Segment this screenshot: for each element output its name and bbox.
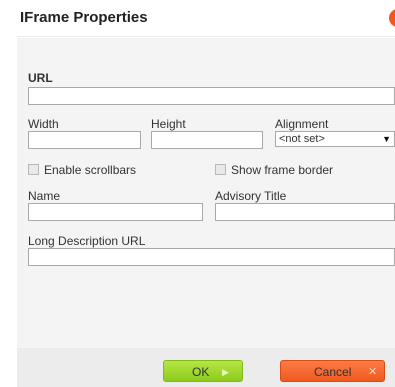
url-input[interactable] <box>28 87 395 105</box>
height-input[interactable] <box>151 131 263 149</box>
cancel-button[interactable]: Cancel ✕ <box>280 360 385 382</box>
dropdown-arrow-icon: ▼ <box>382 134 391 144</box>
name-input[interactable] <box>28 203 203 221</box>
long-description-url-input[interactable] <box>28 248 395 266</box>
dialog-titlebar: IFrame Properties <box>17 0 395 37</box>
ok-button-label: OK <box>192 365 210 379</box>
iframe-properties-dialog: IFrame Properties URL Width Height Align… <box>0 0 395 387</box>
name-label: Name <box>28 189 61 203</box>
frame-border-label: Show frame border <box>231 163 334 177</box>
frame-border-checkbox[interactable] <box>215 164 226 175</box>
close-x-icon: ✕ <box>368 366 378 378</box>
alignment-label: Alignment <box>275 117 329 131</box>
dialog-footer: OK ▶ Cancel ✕ <box>17 348 395 387</box>
width-input[interactable] <box>28 131 141 149</box>
alignment-select[interactable]: <not set> ▼ <box>275 131 395 147</box>
ok-button[interactable]: OK ▶ <box>163 360 243 382</box>
long-description-url-label: Long Description URL <box>28 234 146 248</box>
dialog-content: URL Width Height Alignment <not set> ▼ E… <box>17 38 395 348</box>
scrollbars-checkbox[interactable] <box>28 164 39 175</box>
scrollbars-label: Enable scrollbars <box>44 163 137 177</box>
dialog-title: IFrame Properties <box>20 9 148 26</box>
advisory-title-label: Advisory Title <box>215 189 287 203</box>
cancel-button-label: Cancel <box>314 365 352 379</box>
scrollbars-option[interactable]: Enable scrollbars <box>28 163 136 177</box>
alignment-selected-value: <not set> <box>279 133 325 145</box>
play-icon: ▶ <box>222 367 229 377</box>
advisory-title-input[interactable] <box>215 203 395 221</box>
frame-border-option[interactable]: Show frame border <box>215 163 333 177</box>
width-label: Width <box>28 117 59 131</box>
url-label: URL <box>28 71 53 85</box>
close-icon[interactable] <box>389 9 395 27</box>
height-label: Height <box>151 117 186 131</box>
